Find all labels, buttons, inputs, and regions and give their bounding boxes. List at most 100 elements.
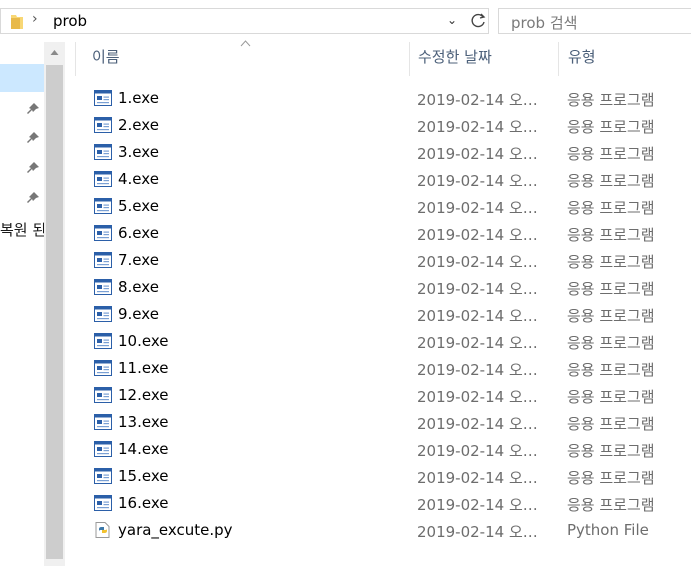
file-name[interactable]: 15.exe bbox=[118, 467, 168, 485]
column-header-date[interactable]: 수정한 날짜 bbox=[418, 46, 492, 67]
file-row[interactable]: 1.exe 2019-02-14 오후 1... 응용 프로그램 bbox=[90, 86, 691, 113]
file-type: 응용 프로그램 bbox=[567, 361, 655, 379]
file-row[interactable]: 15.exe 2019-02-14 오후 1... 응용 프로그램 bbox=[90, 464, 691, 491]
file-row[interactable]: 2.exe 2019-02-14 오후 1... 응용 프로그램 bbox=[90, 113, 691, 140]
file-type: 응용 프로그램 bbox=[567, 118, 655, 136]
file-date: 2019-02-14 오후 1... bbox=[417, 226, 551, 244]
file-date: 2019-02-14 오후 1... bbox=[417, 496, 551, 514]
column-header-type[interactable]: 유형 bbox=[568, 46, 596, 67]
exe-icon bbox=[94, 333, 112, 349]
file-row[interactable]: 16.exe 2019-02-14 오후 1... 응용 프로그램 bbox=[90, 491, 691, 518]
file-row[interactable]: 4.exe 2019-02-14 오후 1... 응용 프로그램 bbox=[90, 167, 691, 194]
file-name[interactable]: 6.exe bbox=[118, 224, 159, 242]
file-name[interactable]: 1.exe bbox=[118, 89, 159, 107]
sort-ascending-icon bbox=[240, 40, 251, 47]
file-name[interactable]: 16.exe bbox=[118, 494, 168, 512]
exe-icon bbox=[94, 441, 112, 457]
nav-item-label[interactable]: 복원 된 bbox=[0, 219, 44, 240]
file-date: 2019-02-14 오후 1... bbox=[417, 172, 551, 190]
file-type: 응용 프로그램 bbox=[567, 226, 655, 244]
exe-icon bbox=[94, 495, 112, 511]
column-header-name[interactable]: 이름 bbox=[92, 46, 120, 67]
file-type: 응용 프로그램 bbox=[567, 415, 655, 433]
file-date: 2019-02-14 오후 1... bbox=[417, 361, 551, 379]
nav-selected-item[interactable] bbox=[0, 64, 44, 92]
exe-icon bbox=[94, 468, 112, 484]
pin-icon[interactable] bbox=[26, 102, 40, 116]
file-type: 응용 프로그램 bbox=[567, 172, 655, 190]
file-date: 2019-02-14 오후 1... bbox=[417, 307, 551, 325]
column-divider bbox=[75, 42, 76, 76]
file-name[interactable]: 13.exe bbox=[118, 413, 168, 431]
file-date: 2019-02-14 오후 1... bbox=[417, 334, 551, 352]
file-name[interactable]: 12.exe bbox=[118, 386, 168, 404]
file-name[interactable]: 4.exe bbox=[118, 170, 159, 188]
address-path[interactable]: prob bbox=[53, 12, 87, 30]
file-name[interactable]: 14.exe bbox=[118, 440, 168, 458]
file-type: 응용 프로그램 bbox=[567, 307, 655, 325]
address-dropdown-icon[interactable]: ⌄ bbox=[447, 13, 457, 27]
file-date: 2019-02-14 오후 1... bbox=[417, 388, 551, 406]
file-name[interactable]: 2.exe bbox=[118, 116, 159, 134]
exe-icon bbox=[94, 414, 112, 430]
file-type: 응용 프로그램 bbox=[567, 334, 655, 352]
file-name[interactable]: 10.exe bbox=[118, 332, 168, 350]
file-row[interactable]: 3.exe 2019-02-14 오후 1... 응용 프로그램 bbox=[90, 140, 691, 167]
file-row[interactable]: 11.exe 2019-02-14 오후 1... 응용 프로그램 bbox=[90, 356, 691, 383]
file-type: 응용 프로그램 bbox=[567, 280, 655, 298]
file-name[interactable]: yara_excute.py bbox=[118, 521, 233, 539]
nav-scrollbar[interactable] bbox=[44, 42, 65, 566]
file-name[interactable]: 3.exe bbox=[118, 143, 159, 161]
file-row[interactable]: 6.exe 2019-02-14 오후 1... 응용 프로그램 bbox=[90, 221, 691, 248]
exe-icon bbox=[94, 360, 112, 376]
exe-icon bbox=[94, 144, 112, 160]
column-divider[interactable] bbox=[558, 42, 559, 76]
search-box[interactable]: prob 검색 bbox=[498, 8, 691, 34]
file-name[interactable]: 5.exe bbox=[118, 197, 159, 215]
file-date: 2019-02-14 오후 1... bbox=[417, 280, 551, 298]
file-name[interactable]: 7.exe bbox=[118, 251, 159, 269]
column-divider[interactable] bbox=[409, 42, 410, 76]
file-date: 2019-02-14 오후 1... bbox=[417, 145, 551, 163]
file-date: 2019-02-14 오후 1... bbox=[417, 442, 551, 460]
file-name[interactable]: 8.exe bbox=[118, 278, 159, 296]
scroll-up-icon[interactable] bbox=[50, 48, 59, 57]
file-name[interactable]: 9.exe bbox=[118, 305, 159, 323]
file-date: 2019-02-14 오후 1... bbox=[417, 91, 551, 109]
file-row[interactable]: 12.exe 2019-02-14 오후 1... 응용 프로그램 bbox=[90, 383, 691, 410]
file-row[interactable]: 13.exe 2019-02-14 오후 1... 응용 프로그램 bbox=[90, 410, 691, 437]
file-date: 2019-02-14 오후 1... bbox=[417, 523, 551, 541]
search-placeholder[interactable]: prob 검색 bbox=[511, 12, 577, 33]
file-type: 응용 프로그램 bbox=[567, 496, 655, 514]
file-row[interactable]: 7.exe 2019-02-14 오후 1... 응용 프로그램 bbox=[90, 248, 691, 275]
file-date: 2019-02-14 오후 1... bbox=[417, 118, 551, 136]
file-row[interactable]: yara_excute.py 2019-02-14 오후 1... Python F… bbox=[90, 518, 691, 545]
file-type: 응용 프로그램 bbox=[567, 388, 655, 406]
exe-icon bbox=[94, 306, 112, 322]
refresh-icon[interactable] bbox=[468, 10, 490, 32]
exe-icon bbox=[94, 90, 112, 106]
pin-icon[interactable] bbox=[26, 161, 40, 175]
scrollbar-thumb[interactable] bbox=[46, 65, 63, 559]
folder-icon bbox=[11, 15, 23, 29]
exe-icon bbox=[94, 225, 112, 241]
python-file-icon bbox=[94, 522, 112, 538]
file-row[interactable]: 10.exe 2019-02-14 오후 1... 응용 프로그램 bbox=[90, 329, 691, 356]
file-row[interactable]: 5.exe 2019-02-14 오후 1... 응용 프로그램 bbox=[90, 194, 691, 221]
exe-icon bbox=[94, 279, 112, 295]
address-bar[interactable]: › prob ⌄ bbox=[0, 8, 489, 34]
pin-icon[interactable] bbox=[26, 191, 40, 205]
file-date: 2019-02-14 오후 1... bbox=[417, 415, 551, 433]
pin-icon[interactable] bbox=[26, 131, 40, 145]
exe-icon bbox=[94, 171, 112, 187]
exe-icon bbox=[94, 198, 112, 214]
file-name[interactable]: 11.exe bbox=[118, 359, 168, 377]
file-row[interactable]: 14.exe 2019-02-14 오후 1... 응용 프로그램 bbox=[90, 437, 691, 464]
file-type: 응용 프로그램 bbox=[567, 199, 655, 217]
chevron-right-icon[interactable]: › bbox=[32, 11, 38, 27]
file-date: 2019-02-14 오후 1... bbox=[417, 199, 551, 217]
exe-icon bbox=[94, 117, 112, 133]
file-row[interactable]: 8.exe 2019-02-14 오후 1... 응용 프로그램 bbox=[90, 275, 691, 302]
file-row[interactable]: 9.exe 2019-02-14 오후 1... 응용 프로그램 bbox=[90, 302, 691, 329]
exe-icon bbox=[94, 252, 112, 268]
